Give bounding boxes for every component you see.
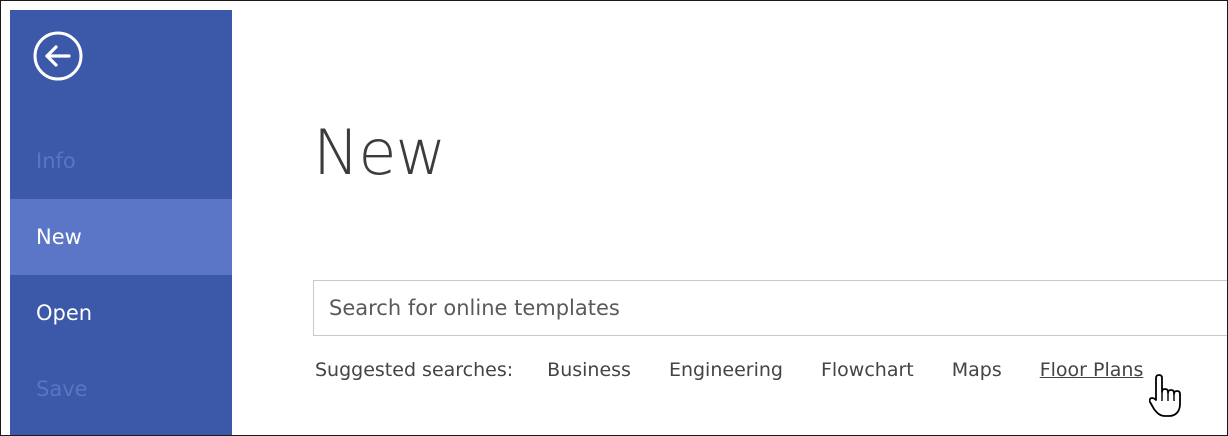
sidebar-item-new[interactable]: New [10,199,232,275]
suggested-link-business[interactable]: Business [547,359,631,381]
suggested-link-floor-plans[interactable]: Floor Plans [1040,359,1144,381]
back-arrow-circle-icon [33,31,83,81]
app-window: Info New Open Save New Suggested searche… [0,0,1228,436]
sidebar-item-open[interactable]: Open [10,275,232,351]
suggested-link-engineering[interactable]: Engineering [669,359,783,381]
backstage-sidebar: Info New Open Save [10,10,232,435]
template-search-input[interactable] [313,280,1227,336]
main-panel: New Suggested searches: Business Enginee… [233,1,1227,435]
sidebar-item-label: New [36,225,82,249]
page-title: New [313,116,446,189]
suggested-searches-label: Suggested searches: [315,359,514,381]
suggested-link-maps[interactable]: Maps [952,359,1002,381]
sidebar-item-label: Info [36,149,76,173]
back-button[interactable] [31,29,85,83]
sidebar-item-info[interactable]: Info [10,123,232,199]
sidebar-item-label: Save [36,377,88,401]
suggested-link-flowchart[interactable]: Flowchart [821,359,914,381]
suggested-searches: Suggested searches: Business Engineering… [315,359,1181,381]
sidebar-item-save[interactable]: Save [10,351,232,427]
sidebar-item-label: Open [36,301,93,325]
